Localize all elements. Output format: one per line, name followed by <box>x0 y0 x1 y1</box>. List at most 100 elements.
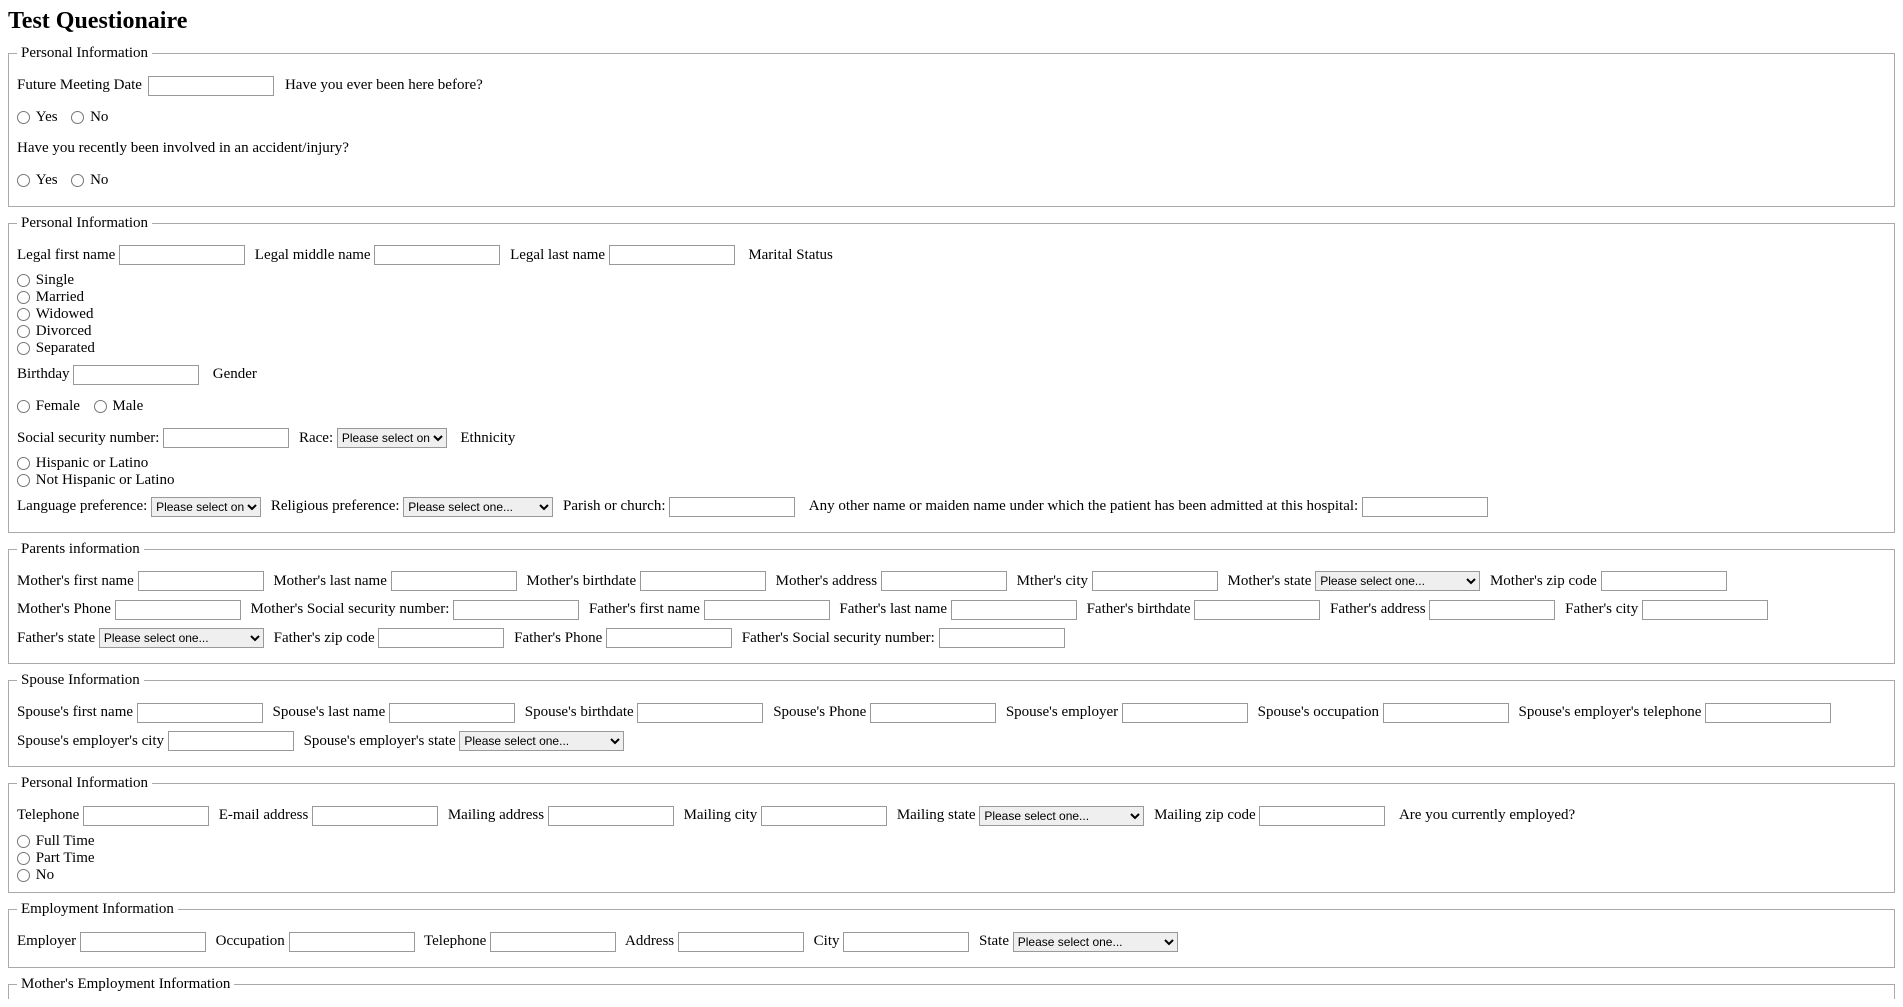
label-father-ssn: Father's Social security number: <box>742 630 935 646</box>
fieldset-employment: Employment Information Employer Occupati… <box>8 901 1895 968</box>
legal-first-name-input[interactable] <box>119 245 245 265</box>
label-occupation: Occupation <box>216 933 285 949</box>
mailing-city-input[interactable] <box>761 806 887 826</box>
mother-phone-input[interactable] <box>115 600 241 620</box>
label-emp-address: Address <box>625 933 674 949</box>
email-input[interactable] <box>312 806 438 826</box>
mother-birth-input[interactable] <box>640 571 766 591</box>
fieldset-spouse: Spouse Information Spouse's first name S… <box>8 672 1895 767</box>
father-city-input[interactable] <box>1642 600 1768 620</box>
emp-telephone-input[interactable] <box>490 932 616 952</box>
birthday-input[interactable] <box>73 365 199 385</box>
radio-gender-female[interactable] <box>17 400 30 413</box>
emp-city-input[interactable] <box>843 932 969 952</box>
label-spouse-occupation: Spouse's occupation <box>1258 704 1379 720</box>
spouse-occupation-input[interactable] <box>1383 703 1509 723</box>
father-state-select[interactable]: Please select one... <box>99 628 264 648</box>
label-legal-last-name: Legal last name <box>510 247 605 263</box>
label-marital-status: Marital Status <box>748 247 833 263</box>
spouse-first-input[interactable] <box>137 703 263 723</box>
spouse-emp-city-input[interactable] <box>168 731 294 751</box>
spouse-emp-state-select[interactable]: Please select one... <box>459 731 624 751</box>
other-name-input[interactable] <box>1362 497 1488 517</box>
label-employer: Employer <box>17 933 76 949</box>
label-spouse-employer: Spouse's employer <box>1006 704 1118 720</box>
label-father-first: Father's first name <box>589 601 700 617</box>
occupation-input[interactable] <box>289 932 415 952</box>
radio-marital-separated[interactable] <box>17 342 30 355</box>
father-last-input[interactable] <box>951 600 1077 620</box>
radio-emp-full[interactable] <box>17 835 30 848</box>
radio-marital-married[interactable] <box>17 291 30 304</box>
radio-accident-yes[interactable] <box>17 174 30 187</box>
label-emp-city: City <box>814 933 840 949</box>
label-mailing-city: Mailing city <box>684 807 758 823</box>
mother-first-input[interactable] <box>138 571 264 591</box>
legal-last-name-input[interactable] <box>609 245 735 265</box>
label-ethnicity: Ethnicity <box>460 430 515 446</box>
label-father-zip: Father's zip code <box>274 630 375 646</box>
label-mailing-addr: Mailing address <box>448 807 544 823</box>
father-phone-input[interactable] <box>606 628 732 648</box>
radio-marital-widowed[interactable] <box>17 308 30 321</box>
legend-spouse: Spouse Information <box>17 672 144 689</box>
label-marital-separated: Separated <box>36 340 95 356</box>
father-first-input[interactable] <box>704 600 830 620</box>
radio-emp-no[interactable] <box>17 869 30 882</box>
radio-gender-male[interactable] <box>94 400 107 413</box>
label-accident-question: Have you recently been involved in an ac… <box>17 134 1886 163</box>
mother-city-input[interactable] <box>1092 571 1218 591</box>
emp-state-select[interactable]: Please select one... <box>1013 932 1178 952</box>
label-spouse-phone: Spouse's Phone <box>773 704 866 720</box>
label-legal-middle-name: Legal middle name <box>255 247 371 263</box>
employer-input[interactable] <box>80 932 206 952</box>
radio-accident-no[interactable] <box>71 174 84 187</box>
mailing-zip-input[interactable] <box>1259 806 1385 826</box>
label-mother-addr: Mother's address <box>776 573 877 589</box>
label-legal-first-name: Legal first name <box>17 247 115 263</box>
radio-eth-hispanic[interactable] <box>17 457 30 470</box>
future-meeting-date-input[interactable] <box>148 76 274 96</box>
religious-pref-select[interactable]: Please select one... <box>403 497 553 517</box>
spouse-emp-tel-input[interactable] <box>1705 703 1831 723</box>
label-email: E-mail address <box>219 807 309 823</box>
radio-marital-divorced[interactable] <box>17 325 30 338</box>
telephone-input[interactable] <box>83 806 209 826</box>
father-birth-input[interactable] <box>1194 600 1320 620</box>
father-addr-input[interactable] <box>1429 600 1555 620</box>
radio-been-before-yes[interactable] <box>17 111 30 124</box>
father-zip-input[interactable] <box>378 628 504 648</box>
mailing-state-select[interactable]: Please select one... <box>979 806 1144 826</box>
label-spouse-birth: Spouse's birthdate <box>525 704 634 720</box>
legal-middle-name-input[interactable] <box>374 245 500 265</box>
label-father-last: Father's last name <box>839 601 947 617</box>
legend-parents: Parents information <box>17 541 144 558</box>
mother-zip-input[interactable] <box>1601 571 1727 591</box>
mother-ssn-input[interactable] <box>453 600 579 620</box>
label-mother-zip: Mother's zip code <box>1490 573 1597 589</box>
spouse-employer-input[interactable] <box>1122 703 1248 723</box>
fieldset-personal-3: Personal Information Telephone E-mail ad… <box>8 775 1895 893</box>
parish-input[interactable] <box>669 497 795 517</box>
emp-address-input[interactable] <box>678 932 804 952</box>
spouse-phone-input[interactable] <box>870 703 996 723</box>
fieldset-personal-1: Personal Information Future Meeting Date… <box>8 45 1895 207</box>
label-ssn: Social security number: <box>17 430 159 446</box>
mailing-addr-input[interactable] <box>548 806 674 826</box>
label-yes-2: Yes <box>36 172 58 188</box>
radio-emp-part[interactable] <box>17 852 30 865</box>
mother-state-select[interactable]: Please select one... <box>1315 571 1480 591</box>
language-pref-select[interactable]: Please select one... <box>151 497 261 517</box>
label-mother-phone: Mother's Phone <box>17 601 111 617</box>
spouse-birth-input[interactable] <box>637 703 763 723</box>
radio-been-before-no[interactable] <box>71 111 84 124</box>
father-ssn-input[interactable] <box>939 628 1065 648</box>
mother-addr-input[interactable] <box>881 571 1007 591</box>
mother-last-input[interactable] <box>391 571 517 591</box>
radio-eth-not-hispanic[interactable] <box>17 474 30 487</box>
radio-marital-single[interactable] <box>17 274 30 287</box>
race-select[interactable]: Please select one... <box>337 428 447 448</box>
spouse-last-input[interactable] <box>389 703 515 723</box>
ssn-input[interactable] <box>163 428 289 448</box>
fieldset-parents: Parents information Mother's first name … <box>8 541 1895 665</box>
